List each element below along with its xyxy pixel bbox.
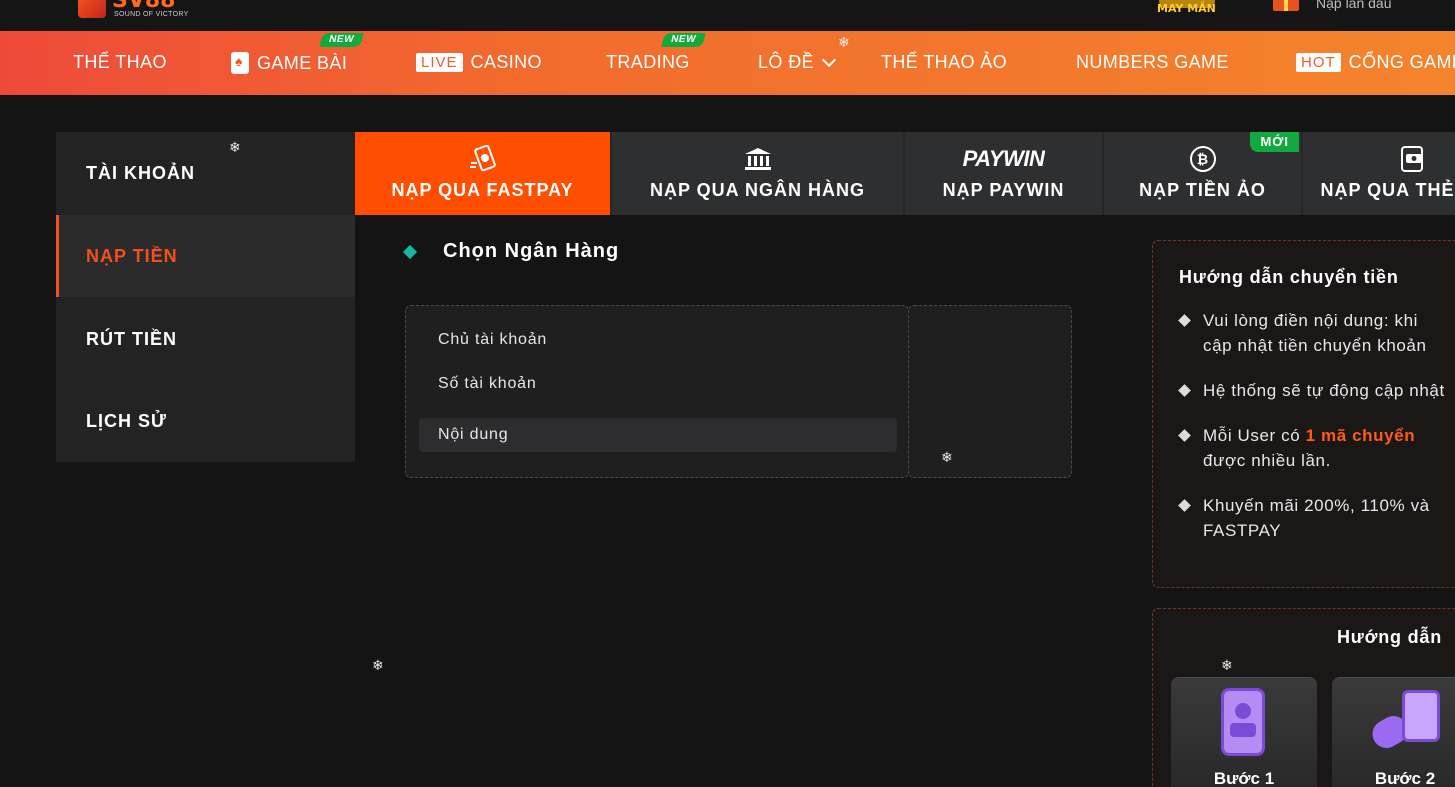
bank-info-box: Chủ tài khoản Số tài khoản Nội dung (405, 305, 909, 478)
content-label: Nội dung (438, 426, 509, 443)
guide-title: Hướng dẫn chuyển tiền (1179, 267, 1399, 287)
card-icon (1398, 146, 1426, 172)
nav-label: THỂ THAO (73, 52, 167, 72)
highlight-text: 1 mã chuyển (1305, 426, 1416, 445)
bitcoin-icon: ₿ (1189, 146, 1217, 172)
logo-mark-icon (78, 0, 106, 18)
sidebar-item-nap-tien[interactable]: NẠP TIỀN (56, 215, 355, 297)
qr-code-box (908, 305, 1072, 478)
bullet-diamond-icon (1178, 499, 1191, 512)
paywin-logo: PAYWIN (962, 146, 1045, 171)
nav-label: TRADING (606, 52, 690, 72)
tab-label: NẠP TIỀN ẢO (1139, 180, 1266, 200)
nav-label: THỂ THAO ẢO (881, 52, 1008, 72)
lucky-wheel-button[interactable]: MAY MẮN (1153, 0, 1221, 20)
steps-guide-panel: Hướng dẫn Bước 1 Bước 2 (1152, 608, 1455, 787)
snowflake-icon: ❄ (941, 449, 953, 465)
tab-label: NẠP QUA THẺ CÀO (1320, 180, 1455, 200)
tab-label: NẠP PAYWIN (942, 180, 1065, 200)
bullet-diamond-icon (1178, 384, 1191, 397)
step-label: Bước 1 (1213, 769, 1275, 787)
first-deposit-link[interactable]: Nạp lần đầu (1316, 0, 1392, 11)
qr-phone-icon (1402, 690, 1440, 742)
nav-label: CỔNG GAME (1348, 52, 1455, 72)
steps-title: Hướng dẫn (1337, 627, 1443, 647)
snowflake-icon: ❄ (229, 139, 241, 155)
guide-text: cập nhật tiền chuyển khoản (1203, 336, 1427, 355)
tab-the-cao[interactable]: NẠP QUA THẺ CÀO (1301, 132, 1455, 215)
tab-ngan-hang[interactable]: NẠP QUA NGÂN HÀNG (610, 132, 903, 215)
step-card-2[interactable]: Bước 2 (1332, 677, 1455, 787)
guide-text: Vui lòng điền nội dung: khi (1203, 311, 1418, 330)
deposit-method-tabs: NẠP QUA FASTPAY NẠP QUA NGÂN HÀNG PAYWIN… (355, 132, 1455, 215)
tab-label: NẠP QUA FASTPAY (391, 180, 574, 200)
main-nav: THỂ THAO NEW GAME BÀI LIVE CASINO NEW TR… (0, 31, 1455, 95)
svg-text:₿: ₿ (1196, 152, 1208, 168)
tab-fastpay[interactable]: NẠP QUA FASTPAY (355, 132, 610, 215)
live-pill: LIVE (416, 53, 463, 72)
step-card-1[interactable]: Bước 1 (1171, 677, 1317, 787)
top-bar: SV88 SOUND OF VICTORY MAY MẮN Nạp lần đầ… (0, 0, 1455, 31)
new-badge: MỚI (1250, 132, 1299, 152)
account-holder-label: Chủ tài khoản (438, 331, 548, 348)
phone-user-icon (1221, 688, 1265, 756)
new-badge: NEW (661, 33, 706, 47)
nav-label: CASINO (470, 52, 542, 72)
nav-item-game-bai[interactable]: GAME BÀI (231, 52, 347, 74)
bullet-diamond-icon (1178, 429, 1191, 442)
bullet-diamond-icon (1178, 314, 1191, 327)
tab-tien-ao[interactable]: MỚI ₿ NẠP TIỀN ẢO (1102, 132, 1301, 215)
hot-pill: HOT (1296, 53, 1341, 72)
guide-text: Khuyến mãi 200%, 110% và (1203, 496, 1430, 515)
account-number-label: Số tài khoản (438, 375, 537, 392)
nav-label: NUMBERS GAME (1076, 52, 1229, 72)
nav-item-the-thao[interactable]: THỂ THAO (73, 52, 167, 73)
gift-icon[interactable] (1273, 0, 1299, 11)
snowflake-icon: ❄ (372, 657, 384, 673)
guide-text: Hệ thống sẽ tự động cập nhật (1203, 381, 1445, 400)
logo-subtitle: SOUND OF VICTORY (114, 11, 189, 18)
tab-label: NẠP QUA NGÂN HÀNG (649, 180, 865, 200)
sidebar-item-lich-su[interactable]: LỊCH SỬ (56, 380, 355, 462)
site-logo[interactable]: SV88 SOUND OF VICTORY (78, 0, 188, 20)
nav-label: LÔ ĐỀ (758, 52, 815, 72)
nav-item-numbers-game[interactable]: NUMBERS GAME (1076, 52, 1229, 73)
lucky-label: MAY MẮN (1157, 2, 1216, 15)
nav-item-lo-de[interactable]: LÔ ĐỀ (758, 52, 837, 73)
step-label: Bước 2 (1374, 769, 1436, 787)
snowflake-icon: ❄ (838, 34, 850, 50)
bank-icon (744, 146, 772, 172)
nav-item-trading[interactable]: TRADING (606, 52, 690, 73)
tab-paywin[interactable]: PAYWIN NẠP PAYWIN (903, 132, 1102, 215)
section-title: Chọn Ngân Hàng (443, 240, 620, 262)
sidebar-item-rut-tien[interactable]: RÚT TIỀN (56, 298, 355, 380)
guide-text-line: Mỗi User có 1 mã chuyển (1203, 423, 1415, 448)
guide-text: Mỗi User có (1203, 426, 1306, 445)
nav-item-the-thao-ao[interactable]: THỂ THAO ẢO (881, 52, 1007, 73)
sidebar-item-tai-khoan[interactable]: TÀI KHOẢN (56, 132, 355, 214)
account-sidebar: TÀI KHOẢN NẠP TIỀN RÚT TIỀN LỊCH SỬ (56, 132, 355, 462)
guide-text: được nhiều lần. (1203, 451, 1331, 470)
playing-card-icon (231, 52, 249, 74)
phone-money-icon (469, 145, 497, 172)
nav-item-live-casino[interactable]: LIVE CASINO (416, 52, 542, 73)
nav-label: GAME BÀI (257, 52, 348, 73)
nav-item-cong-game[interactable]: HOT CỔNG GAME (1296, 52, 1455, 73)
section-bullet-icon (402, 244, 418, 260)
new-badge: NEW (319, 33, 364, 47)
snowflake-icon: ❄ (1221, 657, 1233, 673)
chevron-down-icon (821, 52, 837, 67)
transfer-guide-panel: Hướng dẫn chuyển tiền Vui lòng điền nội … (1152, 240, 1455, 588)
guide-text: FASTPAY (1203, 521, 1282, 540)
